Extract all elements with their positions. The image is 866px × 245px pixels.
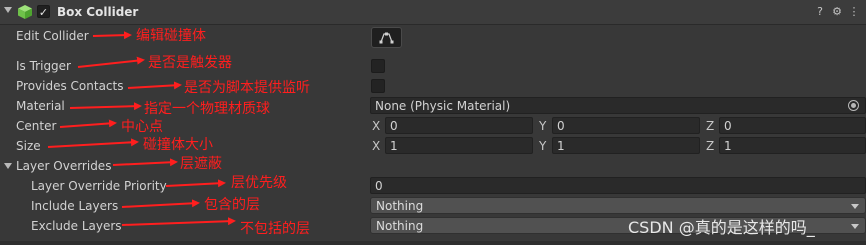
arrow-layer-override-priority: [165, 179, 226, 188]
annotation-material: 指定一个物理材质球: [144, 101, 270, 117]
arrow-layer-overrides: [112, 158, 178, 167]
annotation-exclude-layers: 不包括的层: [240, 221, 310, 237]
annotation-provides-contacts: 是否为脚本提供监听: [184, 80, 310, 96]
annotation-is-trigger: 是否是触发器: [148, 55, 232, 71]
annotation-layer-overrides: 层遮蔽: [180, 156, 222, 172]
arrow-material: [69, 102, 142, 111]
annotation-center: 中心点: [121, 119, 163, 135]
annotation-size: 碰撞体大小: [143, 137, 213, 153]
bottom-divider: [0, 241, 866, 245]
annotation-include-layers: 包含的层: [204, 197, 260, 213]
arrow-include-layers: [121, 199, 200, 208]
arrow-is-trigger: [77, 56, 145, 68]
arrow-edit-collider: [92, 31, 132, 40]
arrow-size: [47, 138, 139, 148]
arrow-exclude-layers: [121, 217, 236, 226]
annotation-layer-override-priority: 层优先级: [231, 175, 287, 191]
watermark: CSDN @真的是这样的吗_: [628, 218, 815, 237]
arrow-provides-contacts: [127, 81, 182, 90]
arrow-center: [59, 119, 117, 128]
annotation-edit-collider: 编辑碰撞体: [136, 28, 206, 44]
